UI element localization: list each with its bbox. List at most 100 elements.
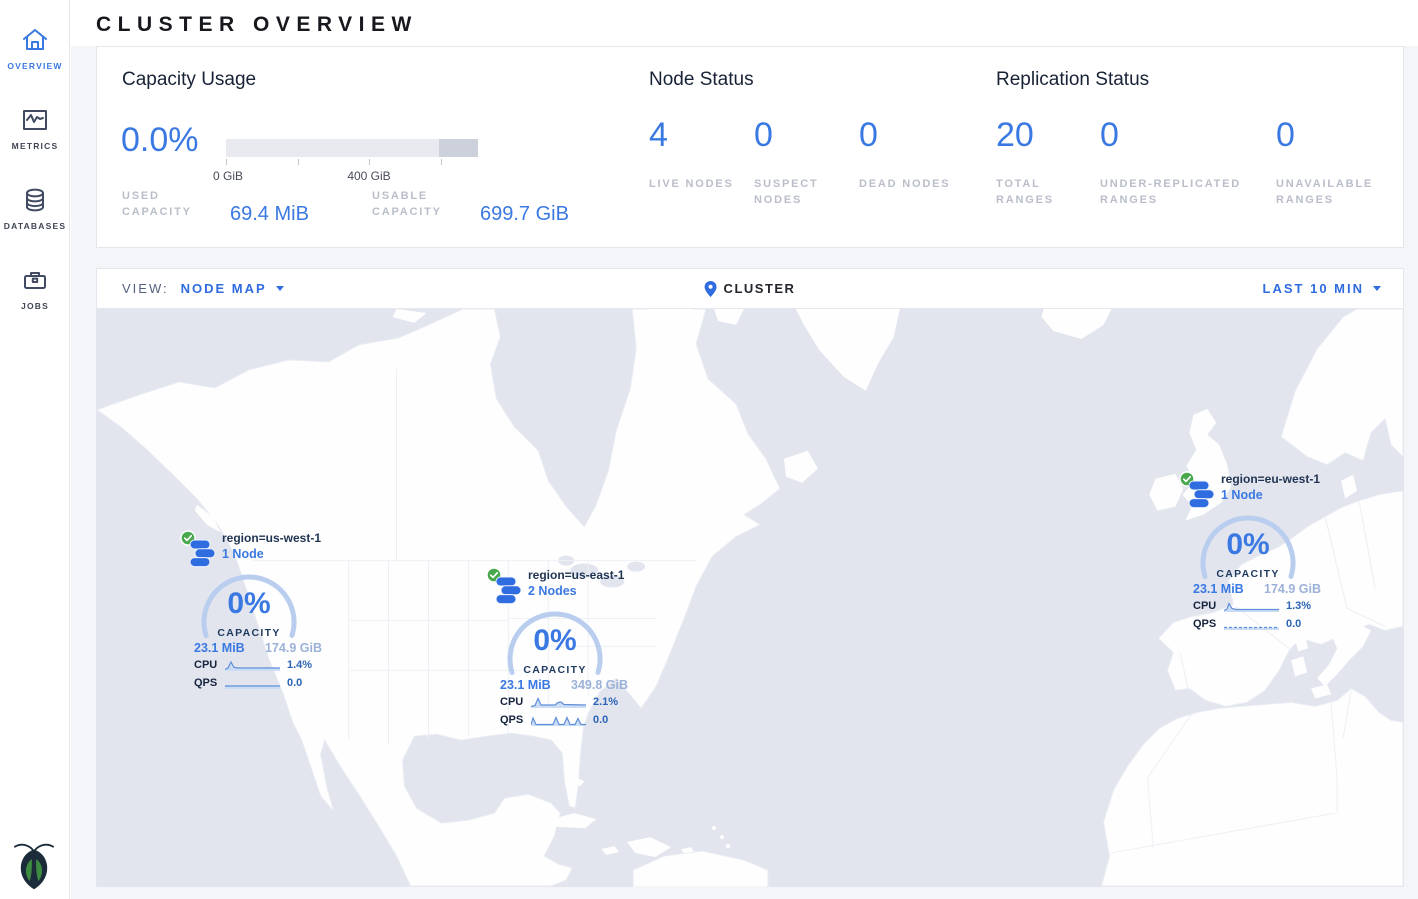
capacity-donut: 0% CAPACITY (507, 611, 603, 707)
cpu-label: CPU (500, 696, 531, 708)
unavailable-ranges-stat: 0 UNAVAILABLE RANGES (1276, 116, 1416, 209)
node-map-card: VIEW: NODE MAP CLUSTER LAST 10 MIN (96, 268, 1404, 887)
total-ranges-stat: 20 TOTAL RANGES (996, 116, 1100, 209)
cpu-value: 1.4% (287, 659, 312, 671)
sidebar: OVERVIEW METRICS DATABASES (0, 0, 70, 899)
replication-status-title: Replication Status (996, 69, 1416, 91)
qps-value: 0.0 (593, 714, 608, 726)
live-nodes-label: LIVE NODES (649, 177, 754, 193)
dead-nodes-label: DEAD NODES (859, 177, 964, 193)
region-label: region=us-west-1 (222, 531, 321, 545)
suspect-nodes-value: 0 (754, 116, 859, 155)
sidebar-item-databases[interactable]: DATABASES (0, 168, 70, 248)
sidebar-item-label: DATABASES (4, 221, 66, 231)
node-status-section: Node Status 4 LIVE NODES 0 SUSPECT NODES… (649, 47, 964, 209)
unavailable-ranges-value: 0 (1276, 116, 1416, 155)
map-pin-icon (705, 281, 717, 297)
capacity-axis-label-0: 0 GiB (213, 169, 243, 183)
time-range-dropdown[interactable]: LAST 10 MIN (1263, 281, 1381, 296)
view-mode-dropdown[interactable]: NODE MAP (181, 281, 284, 296)
under-replicated-ranges-label: UNDER-REPLICATED RANGES (1100, 177, 1260, 209)
unavailable-ranges-label: UNAVAILABLE RANGES (1276, 177, 1416, 209)
capacity-label: CAPACITY (507, 664, 603, 676)
dead-nodes-value: 0 (859, 116, 964, 155)
capacity-usage-title: Capacity Usage (122, 69, 256, 91)
qps-sparkline (225, 677, 280, 689)
page-header: CLUSTER OVERVIEW (71, 0, 1418, 46)
database-stack-icon (495, 576, 522, 605)
database-stack-icon (189, 539, 216, 568)
usable-capacity-value: 699.7 GiB (480, 203, 569, 226)
sidebar-item-label: JOBS (21, 301, 49, 311)
capacity-details: USED CAPACITY 69.4 MiB USABLE CAPACITY 6… (122, 189, 569, 226)
capacity-bar: 0 GiB 400 GiB (226, 139, 478, 183)
map-node-eu-west-1[interactable]: region=eu-west-1 1 Node 0% CAPACITY 23.1… (1173, 471, 1323, 637)
view-label: VIEW: (122, 281, 169, 296)
total-capacity: 174.9 GiB (265, 641, 322, 655)
page-title: CLUSTER OVERVIEW (96, 13, 418, 36)
node-count: 2 Nodes (528, 584, 624, 598)
used-capacity-label: USED CAPACITY (122, 189, 206, 221)
sidebar-item-jobs[interactable]: JOBS (0, 248, 70, 328)
live-nodes-value: 4 (649, 116, 754, 155)
cpu-sparkline (531, 696, 586, 708)
sidebar-nav: OVERVIEW METRICS DATABASES (0, 0, 69, 328)
capacity-bar-segment (439, 139, 478, 157)
qps-label: QPS (1193, 618, 1224, 630)
qps-label: QPS (194, 677, 225, 689)
node-count: 1 Node (222, 547, 321, 561)
cpu-label: CPU (1193, 600, 1224, 612)
used-capacity: 23.1 MiB (1193, 582, 1244, 596)
capacity-percent: 0% (507, 624, 603, 658)
content-region: Capacity Usage 0.0% 0 GiB 400 GiB (71, 46, 1418, 899)
qps-sparkline (531, 714, 586, 726)
used-capacity: 23.1 MiB (500, 678, 551, 692)
sidebar-item-overview[interactable]: OVERVIEW (0, 8, 70, 88)
suspect-nodes-stat: 0 SUSPECT NODES (754, 116, 859, 209)
dead-nodes-stat: 0 DEAD NODES (859, 116, 964, 209)
chevron-down-icon (1373, 286, 1381, 291)
locality-breadcrumb[interactable]: CLUSTER (705, 281, 796, 297)
qps-sparkline (1224, 618, 1279, 630)
capacity-axis-label-400: 400 GiB (347, 169, 390, 183)
qps-value: 0.0 (1286, 618, 1301, 630)
home-icon (20, 25, 50, 55)
cpu-value: 2.1% (593, 696, 618, 708)
cockroachdb-logo (12, 839, 56, 891)
metrics-icon (20, 105, 50, 135)
node-status-title: Node Status (649, 69, 964, 91)
used-capacity: 23.1 MiB (194, 641, 245, 655)
capacity-percent: 0.0% (121, 121, 199, 160)
capacity-donut: 0% CAPACITY (1200, 515, 1296, 611)
total-ranges-label: TOTAL RANGES (996, 177, 1100, 209)
main-content: CLUSTER OVERVIEW Capacity Usage 0.0% (71, 0, 1418, 899)
cpu-sparkline (225, 659, 280, 671)
cpu-value: 1.3% (1286, 600, 1311, 612)
map-node-us-west-1[interactable]: region=us-west-1 1 Node 0% CAPACITY 23.1… (174, 530, 324, 696)
replication-status-section: Replication Status 20 TOTAL RANGES 0 UND… (996, 47, 1416, 209)
live-nodes-stat: 4 LIVE NODES (649, 116, 754, 209)
sidebar-item-label: OVERVIEW (7, 61, 62, 71)
total-capacity: 349.8 GiB (571, 678, 628, 692)
capacity-percent: 0% (201, 587, 297, 621)
sidebar-item-metrics[interactable]: METRICS (0, 88, 70, 168)
capacity-bar-ticks (226, 159, 478, 167)
total-ranges-value: 20 (996, 116, 1100, 155)
world-map: region=us-west-1 1 Node 0% CAPACITY 23.1… (97, 309, 1403, 887)
sidebar-item-label: METRICS (12, 141, 59, 151)
jobs-icon (20, 265, 50, 295)
capacity-bar-track (226, 139, 478, 157)
used-capacity-value: 69.4 MiB (230, 203, 342, 226)
capacity-label: CAPACITY (201, 627, 297, 639)
database-stack-icon (1188, 480, 1215, 509)
databases-icon (20, 185, 50, 215)
map-view-bar: VIEW: NODE MAP CLUSTER LAST 10 MIN (97, 269, 1403, 309)
usable-capacity-label: USABLE CAPACITY (372, 189, 456, 221)
cpu-sparkline (1224, 600, 1279, 612)
capacity-percent: 0% (1200, 528, 1296, 562)
map-node-us-east-1[interactable]: region=us-east-1 2 Nodes 0% CAPACITY 23.… (480, 567, 630, 733)
cpu-label: CPU (194, 659, 225, 671)
qps-value: 0.0 (287, 677, 302, 689)
cluster-summary-card: Capacity Usage 0.0% 0 GiB 400 GiB (96, 46, 1404, 248)
capacity-donut: 0% CAPACITY (201, 574, 297, 670)
